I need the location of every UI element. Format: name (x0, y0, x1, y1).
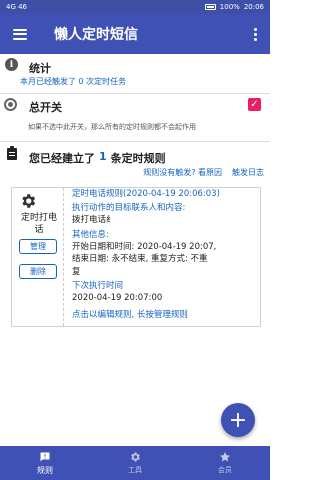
gear-icon (22, 194, 36, 208)
rule-hint: 点击以编辑规则, 长按管理规则 (72, 310, 188, 320)
rule-other-label: 其他信息: (72, 230, 109, 240)
nav-label-tools: 工具 (128, 466, 142, 474)
star-icon (220, 452, 230, 462)
nav-label-rules: 规则 (37, 465, 53, 475)
stats-section: i 统计 本月已经触发了 0 次定时任务 (0, 56, 270, 90)
rules-feedback-icon (40, 452, 50, 461)
rule-start-line: 开始日期和时间: 2020-04-19 20:07, (72, 242, 217, 252)
manage-button[interactable]: 管理 (19, 239, 57, 254)
master-switch-label: 总开关 (29, 101, 62, 114)
rules-count-suffix: 条定时规则 (110, 152, 166, 165)
rule-title: 定时电话规则(2020-04-19 20:06:03) (72, 189, 220, 199)
info-icon: i (5, 58, 18, 71)
battery-text: 100% (219, 3, 240, 11)
battery-icon (204, 4, 216, 10)
clipboard-icon (7, 146, 17, 160)
rule-card-side: 定时打电话 管理 删除 (12, 188, 64, 326)
status-bar: 4G 46 100% 20:06 (0, 0, 270, 14)
rule-end-line: 结束日期: 永不结束, 重复方式: 不重 (72, 254, 208, 264)
trigger-log-link[interactable]: 触发日志 (232, 167, 264, 178)
clock-text: 20:06 (243, 3, 264, 11)
rules-count: 1 (99, 150, 107, 163)
rules-count-prefix: 您已经建立了 (29, 152, 95, 165)
nav-item-tools[interactable]: 工具 (90, 446, 180, 480)
rule-card[interactable]: 定时打电话 管理 删除 定时电话规则(2020-04-19 20:06:03) … (11, 187, 261, 327)
master-switch-section: 总开关 ✓ 如果不选中此开关，那么所有的定时规则都不会起作用 (0, 93, 270, 139)
why-not-triggered-link[interactable]: 规则没有触发? 看原因 (143, 167, 222, 178)
radio-icon (4, 98, 17, 111)
rules-header: 您已经建立了 1 条定时规则 规则没有触发? 看原因 触发日志 (0, 141, 270, 181)
master-switch-description: 如果不选中此开关，那么所有的定时规则都不会起作用 (28, 123, 196, 131)
gear-icon (131, 452, 140, 462)
stats-label: 统计 (29, 62, 51, 75)
rules-count-title: 您已经建立了 1 条定时规则 (29, 150, 166, 166)
add-rule-button[interactable]: + (221, 403, 255, 437)
nav-label-member: 会员 (218, 466, 232, 474)
bottom-nav: 规则 工具 会员 (0, 446, 270, 480)
delete-button[interactable]: 删除 (19, 264, 57, 279)
stats-summary: 本月已经触发了 0 次定时任务 (20, 77, 127, 86)
rule-next-label: 下次执行时间 (72, 281, 124, 291)
signal-text: 4G 46 (6, 3, 28, 11)
rule-action-label: 执行动作的目标联系人和内容: (72, 203, 186, 213)
nav-item-member[interactable]: 会员 (180, 446, 270, 480)
rule-next-value: 2020-04-19 20:07:00 (72, 293, 163, 303)
nav-item-rules[interactable]: 规则 (0, 446, 90, 480)
rule-end-line-2: 复 (72, 267, 81, 277)
app-title: 懒人定时短信 (54, 27, 138, 43)
more-vert-icon[interactable] (240, 14, 270, 54)
rule-action-value: 拨打电话纟 (72, 215, 115, 225)
rule-type-label: 定时打电话 (20, 213, 57, 235)
hamburger-menu-icon[interactable] (0, 14, 40, 54)
app-bar: 懒人定时短信 (0, 14, 270, 54)
master-switch-checkbox[interactable]: ✓ (248, 98, 261, 111)
